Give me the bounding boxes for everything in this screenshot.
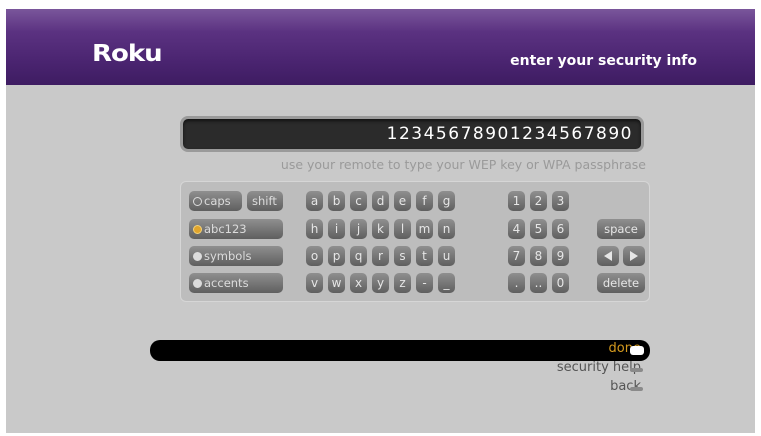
delete-key[interactable]: delete xyxy=(597,273,645,293)
key-z[interactable]: z xyxy=(394,273,411,293)
key-6[interactable]: 6 xyxy=(552,219,569,239)
key-t[interactable]: t xyxy=(416,246,433,266)
key-w[interactable]: w xyxy=(328,273,345,293)
key-u[interactable]: u xyxy=(438,246,455,266)
key-h[interactable]: h xyxy=(306,219,323,239)
abc123-label: abc123 xyxy=(204,222,247,236)
key-l[interactable]: l xyxy=(394,219,411,239)
caps-radio-icon xyxy=(193,197,202,206)
key-4[interactable]: 4 xyxy=(508,219,525,239)
key-c[interactable]: c xyxy=(350,191,367,211)
symbols-button[interactable]: symbols xyxy=(189,246,283,266)
back-marker-icon xyxy=(630,387,643,391)
key-2[interactable]: 2 xyxy=(530,191,547,211)
key-o[interactable]: o xyxy=(306,246,323,266)
key-3[interactable]: 3 xyxy=(552,191,569,211)
key-e[interactable]: e xyxy=(394,191,411,211)
security-key-input[interactable]: 12345678901234567890 xyxy=(180,116,644,152)
security-key-value: 12345678901234567890 xyxy=(386,124,633,144)
key-a[interactable]: a xyxy=(306,191,323,211)
key-8[interactable]: 8 xyxy=(530,246,547,266)
key-r[interactable]: r xyxy=(372,246,389,266)
roku-logo: Roku xyxy=(92,40,163,68)
key-period[interactable]: . xyxy=(508,273,525,293)
shift-button[interactable]: shift xyxy=(247,191,283,211)
key-n[interactable]: n xyxy=(438,219,455,239)
key-1[interactable]: 1 xyxy=(508,191,525,211)
key-0[interactable]: 0 xyxy=(552,273,569,293)
abc123-radio-selected-icon xyxy=(193,225,202,234)
key-k[interactable]: k xyxy=(372,219,389,239)
key-j[interactable]: j xyxy=(350,219,367,239)
caps-button[interactable]: caps xyxy=(189,191,242,211)
header-bar: Roku enter your security info xyxy=(6,9,755,85)
key-m[interactable]: m xyxy=(416,219,433,239)
key-y[interactable]: y xyxy=(372,273,389,293)
cursor-right-key[interactable] xyxy=(623,246,645,266)
key-s[interactable]: s xyxy=(394,246,411,266)
key-hyphen[interactable]: - xyxy=(416,273,433,293)
key-x[interactable]: x xyxy=(350,273,367,293)
key-d[interactable]: d xyxy=(372,191,389,211)
key-5[interactable]: 5 xyxy=(530,219,547,239)
key-g[interactable]: g xyxy=(438,191,455,211)
page-title: enter your security info xyxy=(510,53,697,69)
key-v[interactable]: v xyxy=(306,273,323,293)
input-hint: use your remote to type your WEP key or … xyxy=(280,157,646,172)
space-key[interactable]: space xyxy=(597,219,645,239)
roku-screen: Roku enter your security info 1234567890… xyxy=(6,9,755,433)
arrow-left-icon xyxy=(604,251,612,261)
menu-selection-bar xyxy=(150,340,650,361)
arrow-right-icon xyxy=(630,251,638,261)
key-underscore[interactable]: _ xyxy=(438,273,455,293)
shift-label: shift xyxy=(252,194,277,208)
abc123-button[interactable]: abc123 xyxy=(189,219,283,239)
key-7[interactable]: 7 xyxy=(508,246,525,266)
key-dot-dot[interactable]: .. xyxy=(530,273,547,293)
accents-button[interactable]: accents xyxy=(189,273,283,293)
key-i[interactable]: i xyxy=(328,219,345,239)
symbols-radio-icon xyxy=(193,252,202,261)
accents-label: accents xyxy=(204,276,249,290)
security-help-menu-item[interactable]: security help xyxy=(557,360,641,375)
security-help-marker-icon xyxy=(630,368,643,372)
symbols-label: symbols xyxy=(204,249,252,263)
on-screen-keyboard: caps shift abc123 symbols accents a b c … xyxy=(180,181,650,302)
done-selected-icon xyxy=(630,346,644,355)
key-q[interactable]: q xyxy=(350,246,367,266)
key-p[interactable]: p xyxy=(328,246,345,266)
key-f[interactable]: f xyxy=(416,191,433,211)
accents-radio-icon xyxy=(193,279,202,288)
key-9[interactable]: 9 xyxy=(552,246,569,266)
key-b[interactable]: b xyxy=(328,191,345,211)
cursor-left-key[interactable] xyxy=(597,246,619,266)
caps-label: caps xyxy=(204,194,231,208)
